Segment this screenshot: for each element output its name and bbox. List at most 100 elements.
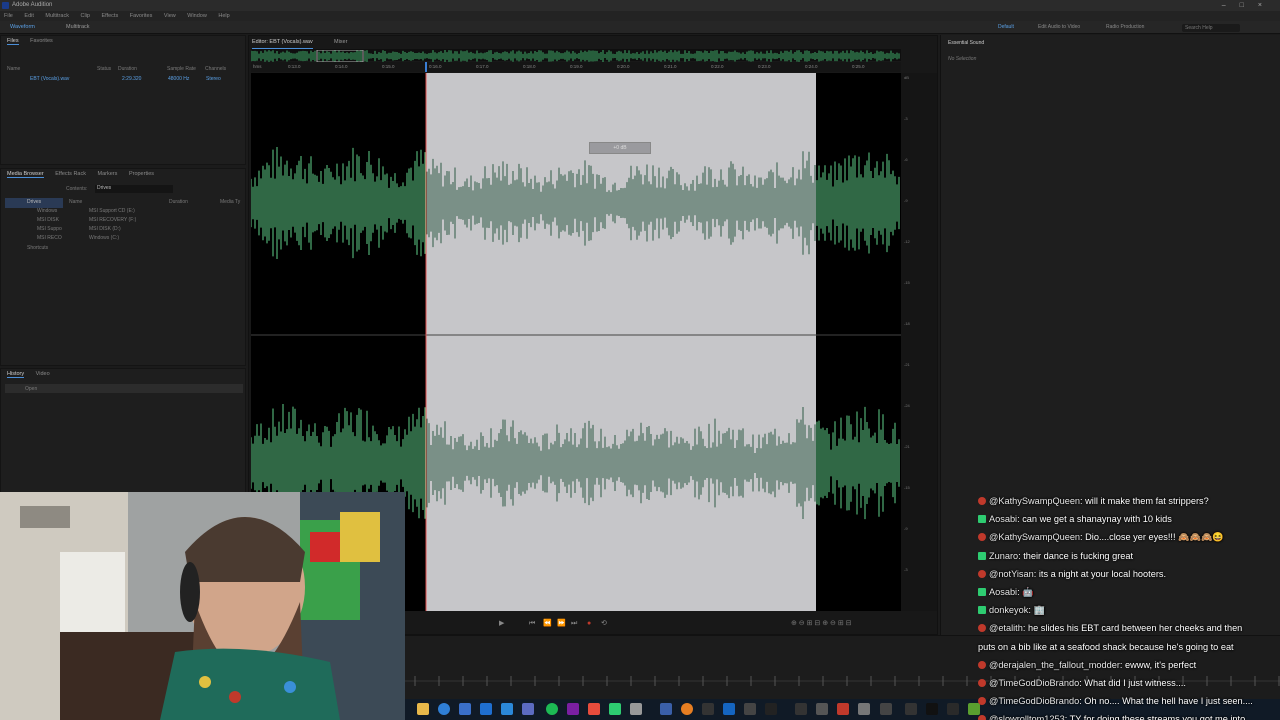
mb-col-duration[interactable]: Duration xyxy=(169,199,188,205)
loop-icon[interactable]: ⟲ xyxy=(601,616,607,632)
webcam-image xyxy=(0,492,405,720)
ruler-label: 0:15.0 xyxy=(382,64,395,69)
mb-col-name[interactable]: Name xyxy=(69,199,82,205)
chat-text: 🏢 xyxy=(1033,605,1045,616)
menu-clip[interactable]: Clip xyxy=(80,13,89,19)
minimize-icon[interactable]: – xyxy=(1222,2,1240,9)
app-icon-10[interactable] xyxy=(905,703,917,715)
time-ruler[interactable]: hms 0:13.0 0:14.0 0:15.0 0:16.0 0:17.0 0:18.0 0… xyxy=(251,62,901,72)
tree-msi-recovery[interactable]: MSI RECO xyxy=(37,235,62,241)
play-icon[interactable]: ▶ xyxy=(499,616,504,632)
col-duration[interactable]: Duration xyxy=(118,66,137,72)
menu-multitrack[interactable]: Multitrack xyxy=(45,13,69,19)
app-icon-4[interactable] xyxy=(765,703,777,715)
maximize-icon[interactable]: □ xyxy=(1240,2,1258,9)
app-red-icon[interactable] xyxy=(588,703,600,715)
files-panel-tabs: Files Favorites xyxy=(1,36,245,46)
menu-window[interactable]: Window xyxy=(187,13,207,19)
app-icon-9[interactable] xyxy=(880,703,892,715)
menu-effects[interactable]: Effects xyxy=(102,13,119,19)
tree-drives[interactable]: Drives xyxy=(27,199,41,205)
app-grey-icon[interactable] xyxy=(630,703,642,715)
app-icon-5[interactable] xyxy=(795,703,807,715)
tab-video[interactable]: Video xyxy=(36,371,50,377)
item-msi-recovery[interactable]: MSI RECOVERY (F:) xyxy=(89,217,136,223)
tab-markers[interactable]: Markers xyxy=(98,171,118,177)
app-icon[interactable] xyxy=(501,703,513,715)
chat-username: @TimeGodDioBrando xyxy=(989,678,1080,688)
tab-effects-rack[interactable]: Effects Rack xyxy=(55,171,86,177)
app-green-icon[interactable] xyxy=(609,703,621,715)
item-msi-disk[interactable]: MSI DISK (D:) xyxy=(89,226,121,232)
app-icon-6[interactable] xyxy=(816,703,828,715)
tab-media-browser[interactable]: Media Browser xyxy=(7,171,44,178)
history-item-open[interactable]: Open xyxy=(25,386,37,392)
obs-icon[interactable] xyxy=(702,703,714,715)
tree-msi-disk[interactable]: MSI DISK xyxy=(37,217,59,223)
app-icon-7[interactable] xyxy=(837,703,849,715)
zoom-controls-icon[interactable]: ⊕ ⊖ ⊞ ⊟ ⊕ ⊖ ⊞ ⊟ xyxy=(791,616,852,632)
workspace-radio-production[interactable]: Radio Production xyxy=(1106,21,1144,34)
window-controls[interactable]: –□× xyxy=(1222,0,1276,11)
editor-tab[interactable]: Editor: EBT (Vocals).wav xyxy=(252,36,313,49)
twitch-icon[interactable] xyxy=(567,703,579,715)
menu-file[interactable]: File xyxy=(4,13,13,19)
tab-history[interactable]: History xyxy=(7,371,25,378)
db-scale: dB -3 -6 -9 -12 -15 -18 -21 -24 -21 -15 -9 -3 xyxy=(901,73,937,611)
tab-favorites[interactable]: Favorites xyxy=(30,38,53,44)
item-msi-support-cd[interactable]: MSI Support CD (E:) xyxy=(89,208,135,214)
app-blue-icon[interactable] xyxy=(660,703,672,715)
col-status[interactable]: Status xyxy=(97,66,111,72)
item-windows[interactable]: Windows (C:) xyxy=(89,235,119,241)
tab-properties[interactable]: Properties xyxy=(129,171,154,177)
menu-favorites[interactable]: Favorites xyxy=(130,13,153,19)
menu-view[interactable]: View xyxy=(164,13,176,19)
col-sample-rate[interactable]: Sample Rate xyxy=(167,66,196,72)
ruler-label: 0:25.0 xyxy=(852,64,865,69)
spotify-icon[interactable] xyxy=(546,703,558,715)
go-to-end-icon[interactable]: ⏭ xyxy=(571,616,577,632)
stream-chat-overlay: @KathySwampQueen: will it make them fat … xyxy=(972,492,1280,720)
waveform-tab[interactable]: Waveform xyxy=(10,21,35,34)
workspace-default[interactable]: Default xyxy=(998,21,1014,34)
mail-icon[interactable] xyxy=(480,703,492,715)
col-name[interactable]: Name xyxy=(7,66,20,72)
app-icon-8[interactable] xyxy=(858,703,870,715)
record-icon[interactable]: ● xyxy=(587,616,591,632)
menu-edit[interactable]: Edit xyxy=(24,13,33,19)
app-icon-2[interactable] xyxy=(723,703,735,715)
file-row-name[interactable]: EBT (Vocals).wav xyxy=(30,76,69,82)
chrome-icon[interactable] xyxy=(681,703,693,715)
search-help-input[interactable]: Search Help xyxy=(1182,24,1240,32)
app-icon-12[interactable] xyxy=(947,703,959,715)
store-icon[interactable] xyxy=(459,703,471,715)
playhead-marker[interactable] xyxy=(425,62,427,72)
app-icon-3[interactable] xyxy=(744,703,756,715)
go-to-start-icon[interactable]: ⏮ xyxy=(529,616,535,632)
ruler-label: 0:23.0 xyxy=(758,64,771,69)
chat-badge-icon xyxy=(978,660,986,669)
db-scale-label: -21 xyxy=(904,362,910,367)
contents-select[interactable]: Drives xyxy=(95,185,173,193)
multitrack-tab[interactable]: Multitrack xyxy=(66,21,90,34)
file-explorer-icon[interactable] xyxy=(417,703,429,715)
edge-icon[interactable] xyxy=(438,703,450,715)
close-icon[interactable]: × xyxy=(1258,2,1276,9)
waveform-overview[interactable] xyxy=(250,49,901,63)
tree-shortcuts[interactable]: Shortcuts xyxy=(27,245,48,251)
col-channels[interactable]: Channels xyxy=(205,66,226,72)
mb-col-media-type[interactable]: Media Ty xyxy=(220,199,240,205)
tab-files[interactable]: Files xyxy=(7,38,19,45)
discord-icon[interactable] xyxy=(522,703,534,715)
workspace-edit-audio-video[interactable]: Edit Audio to Video xyxy=(1038,21,1080,34)
tree-windows[interactable]: Windows xyxy=(37,208,57,214)
app-icon-11[interactable] xyxy=(926,703,938,715)
history-item-row[interactable] xyxy=(5,384,243,393)
fast-forward-icon[interactable]: ⏩ xyxy=(557,616,566,632)
hud-gain-control[interactable]: +0 dB xyxy=(589,142,651,154)
rewind-icon[interactable]: ⏪ xyxy=(543,616,552,632)
tree-msi-support[interactable]: MSI Suppo xyxy=(37,226,62,232)
mixer-tab[interactable]: Mixer xyxy=(334,36,347,48)
menu-help[interactable]: Help xyxy=(218,13,229,19)
chat-text: can we get a shanaynay with 10 kids xyxy=(1022,514,1172,525)
